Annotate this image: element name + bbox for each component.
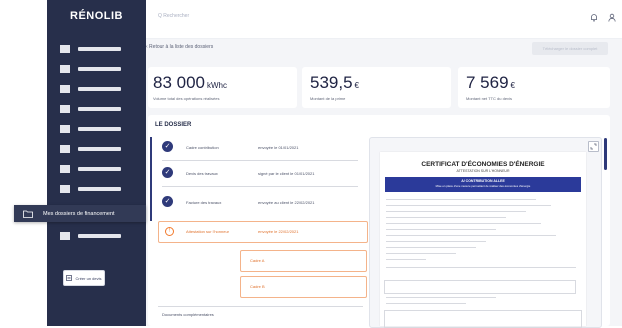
banner-title: A/ CONTRIBUTION ALLEE: [461, 179, 505, 183]
doc-field-box: [384, 280, 576, 294]
stat-unit: kWhc: [207, 81, 227, 90]
stat-value: 539,5: [310, 73, 353, 92]
stat-label: Volume total des opérations réalisées: [153, 96, 220, 101]
nav-item-4-icon[interactable]: [60, 105, 70, 113]
divider: [158, 306, 363, 307]
doc-text-line: [386, 235, 556, 236]
nav-item-1-icon[interactable]: [60, 45, 70, 53]
step-name[interactable]: Cadre contribution: [186, 145, 219, 150]
doc-text-line: [386, 259, 426, 260]
nav-item-3-icon[interactable]: [60, 85, 70, 93]
doc-text-line: [386, 297, 496, 298]
download-dossier-button[interactable]: Télécharger le dossier complet: [532, 42, 608, 55]
dossier-title: LE DOSSIER: [155, 122, 192, 128]
nav-item-6[interactable]: [78, 147, 121, 151]
documents-complementaires[interactable]: Documents complémentaires: [162, 312, 214, 317]
doc-field-box: [384, 310, 582, 328]
step-name: Attestation sur l'honneur: [186, 229, 230, 234]
nav-item-8[interactable]: [78, 187, 121, 191]
nav-item-8-icon[interactable]: [60, 185, 70, 193]
tooltip-mes-dossiers: Mes dossiers de financement: [14, 205, 146, 222]
doc-text-line: [386, 241, 486, 242]
doc-text-line: [386, 303, 466, 304]
create-devis-button[interactable]: Créer un devis: [63, 270, 105, 286]
divider: [162, 160, 358, 161]
doc-text-line: [386, 229, 496, 230]
nav-item-1[interactable]: [78, 47, 121, 51]
nav-item-5[interactable]: [78, 127, 121, 131]
nav-item-6-icon[interactable]: [60, 145, 70, 153]
doc-text-line: [386, 205, 551, 206]
warning-icon: !: [165, 227, 174, 236]
stat-value: 83 000: [153, 73, 205, 92]
stat-unit: €: [354, 81, 359, 90]
step-status: envoyée au client le 22/02/2021: [258, 200, 315, 205]
tooltip-label: Mes dossiers de financement: [43, 210, 115, 217]
expand-icon[interactable]: [588, 141, 599, 152]
doc-text-line: [386, 199, 536, 200]
check-icon: ✓: [162, 196, 173, 207]
check-icon: ✓: [162, 141, 173, 152]
document-banner: A/ CONTRIBUTION ALLEE Mise en place d'un…: [385, 177, 581, 192]
nav-item-9-icon[interactable]: [60, 232, 70, 240]
nav-item-5-icon[interactable]: [60, 125, 70, 133]
stat-unit: €: [510, 81, 515, 90]
doc-text-line: [386, 217, 506, 218]
document-title: CERTIFICAT D'ÉCONOMIES D'ÉNERGIE: [421, 161, 545, 168]
divider: [162, 186, 358, 187]
step-name[interactable]: Devis des travaux: [186, 171, 218, 176]
step-status: signé par le client le 01/01/2021: [258, 171, 315, 176]
doc-text-line: [386, 223, 541, 224]
folder-icon: [23, 210, 33, 218]
brand-logo: RÉNOLIB: [70, 10, 123, 22]
topbar: [146, 0, 622, 39]
back-link[interactable]: ‹ Retour à la liste des dossiers: [146, 44, 213, 50]
doc-text-line: [386, 211, 526, 212]
bell-icon[interactable]: [590, 13, 598, 22]
progress-line: [150, 137, 152, 221]
search-input[interactable]: Q Rechercher: [158, 13, 189, 19]
doc-text-line: [386, 247, 476, 248]
nav-item-7[interactable]: [78, 167, 121, 171]
nav-item-7-icon[interactable]: [60, 165, 70, 173]
create-devis-label: Créer un devis: [75, 275, 102, 281]
nav-item-9[interactable]: [78, 234, 121, 238]
nav-item-2[interactable]: [78, 67, 121, 71]
document-icon: [66, 275, 73, 281]
stat-value: 7 569: [466, 73, 509, 92]
check-icon: ✓: [162, 167, 173, 178]
step-status: envoyée le 01/01/2021: [258, 145, 299, 150]
step-name[interactable]: Facture des travaux: [186, 200, 221, 205]
stat-label: Montant de la prime: [310, 96, 346, 101]
nav-item-2-icon[interactable]: [60, 65, 70, 73]
sub-item-label: Cadre B: [250, 284, 265, 289]
stat-card-devis: 7 569 € Montant net TTC du devis: [458, 67, 610, 108]
nav-item-4[interactable]: [78, 107, 121, 111]
stat-card-prime: 539,5 € Montant de la prime: [302, 67, 451, 108]
step-status: envoyée le 22/02/2021: [258, 229, 299, 234]
doc-text-line: [386, 267, 576, 268]
stat-card-volume: 83 000 kWhc Volume total des opérations r…: [148, 67, 297, 108]
user-icon[interactable]: [608, 13, 616, 22]
scrollbar[interactable]: [604, 138, 607, 170]
banner-text: Mise en place d'une mesure permettant de…: [435, 184, 531, 188]
nav-item-3[interactable]: [78, 87, 121, 91]
document-subtitle: ATTESTATION SUR L'HONNEUR: [456, 169, 510, 173]
sub-item-label: Cadre A: [250, 258, 265, 263]
stat-label: Montant net TTC du devis: [466, 96, 512, 101]
doc-text-line: [386, 253, 456, 254]
